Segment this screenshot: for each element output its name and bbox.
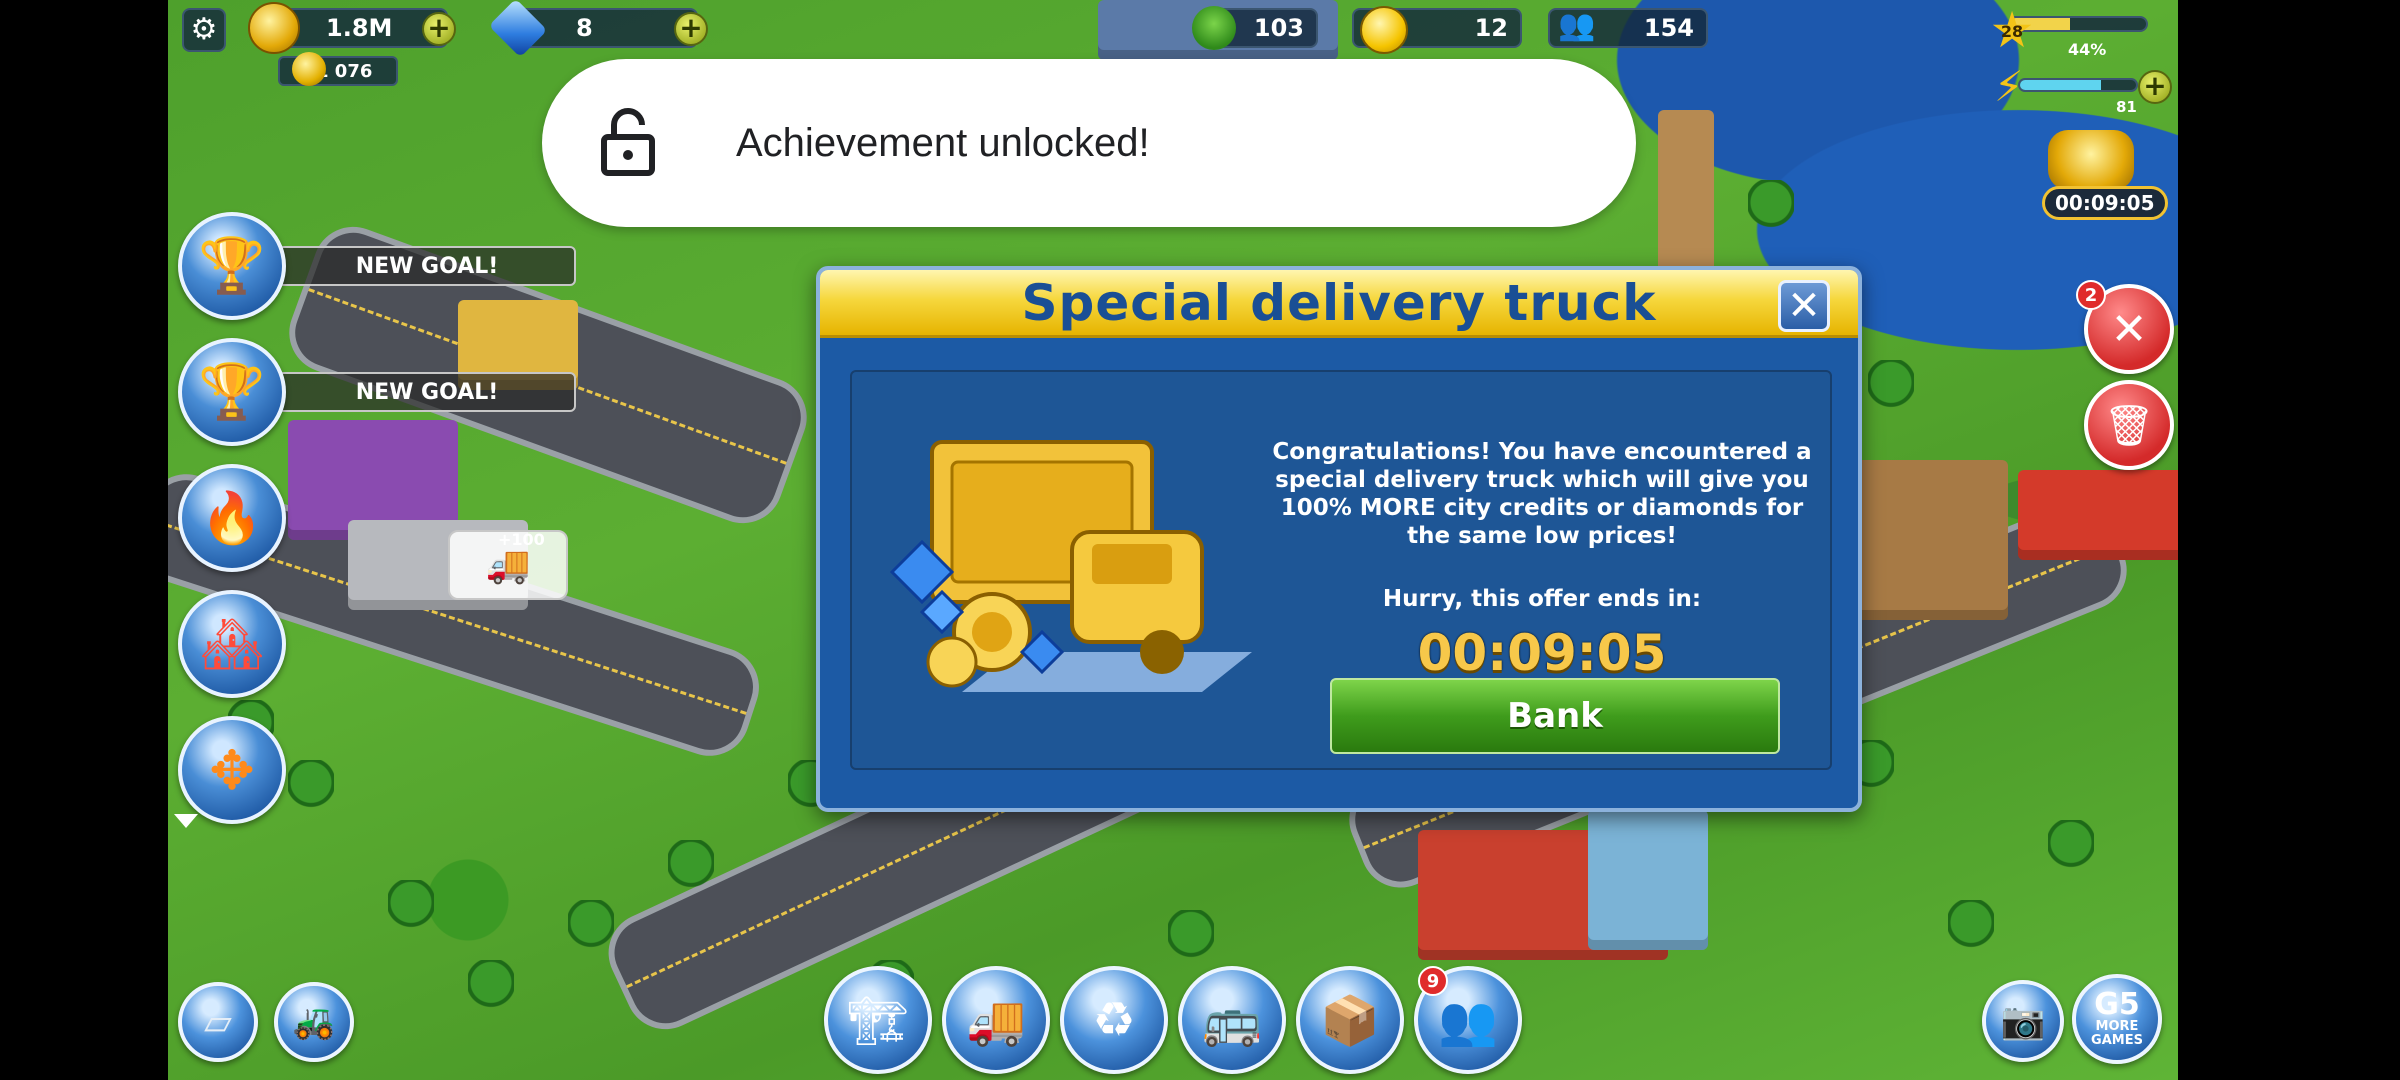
game-viewport[interactable]: 🚚 +100 ⚙ 1.8M + 1 076 8 + 103 12 154 👥 ★… [168, 0, 2178, 1080]
recycle-truck-icon: ♻ [1092, 992, 1136, 1048]
gold-icon [292, 52, 326, 86]
camera-button[interactable]: 📷 [1982, 980, 2064, 1062]
more-games-label: MORE GAMES [2091, 1019, 2143, 1048]
people-icon: 👥 [1558, 8, 1596, 43]
tree [468, 960, 514, 1016]
tree-icon [1192, 6, 1236, 50]
tree [2048, 820, 2094, 876]
offer-timer: 00:09:05 [1417, 624, 1667, 682]
trophy-icon: 🏆 [198, 360, 266, 423]
building [1588, 810, 1708, 950]
population-value: 154 [1643, 14, 1694, 42]
dialog-title: Special delivery truck [1021, 273, 1657, 332]
close-icon: ✕ [1787, 283, 1821, 329]
dialog-panel: Congratulations! You have encountered a … [850, 370, 1832, 770]
dialog-message: Congratulations! You have encountered a … [1272, 439, 1812, 549]
gold-truck-illustration [872, 402, 1252, 722]
dialog-header: Special delivery truck [820, 270, 1858, 338]
collapse-left-panel-icon[interactable] [174, 814, 198, 828]
g5-logo: G5 [2094, 987, 2140, 1022]
truck-icon: 🚚 [485, 545, 531, 586]
fire-safety-button[interactable]: 🔥 [178, 464, 286, 572]
coins-value: 1.8M [326, 14, 393, 42]
bank-button-label: Bank [1507, 696, 1603, 736]
lightning-icon: ⚡ [1994, 62, 2024, 111]
special-offer-dialog: Special delivery truck ✕ Congratulations… [816, 266, 1862, 812]
bonus-timer-value: 00:09:05 [2055, 191, 2155, 215]
bulldozer-icon: 🚜 [292, 1002, 336, 1042]
goal-banner-1[interactable]: NEW GOAL! [278, 246, 576, 286]
build-button[interactable]: 🏗 [824, 966, 932, 1074]
add-diamonds-button[interactable]: + [674, 12, 708, 46]
settings-button[interactable]: ⚙ [182, 8, 226, 52]
houses-tools-icon: 🏘 [200, 614, 264, 673]
road-tool-button[interactable]: ▱ [178, 982, 258, 1062]
trash-bin-icon: 🗑 [2103, 402, 2155, 449]
energy-value: 81 [2116, 98, 2137, 116]
truck-icon: 🚚 [966, 992, 1026, 1049]
goal-button-1[interactable]: 🏆 [178, 212, 286, 320]
achievement-toast: Achievement unlocked! [542, 59, 1636, 227]
add-energy-button[interactable]: + [2138, 70, 2172, 104]
tree [288, 760, 334, 816]
energy-bar [2018, 78, 2138, 92]
demolish-button[interactable]: 🚜 [274, 982, 354, 1062]
tree [1748, 180, 1794, 236]
trash-button[interactable]: 🗑 [2084, 380, 2174, 470]
bank-button[interactable]: Bank [1330, 678, 1780, 754]
goal-banner-2[interactable]: NEW GOAL! [278, 372, 576, 412]
trophy-icon: 🏆 [198, 234, 266, 297]
close-button[interactable]: ✕ [1778, 280, 1830, 332]
goal-banner-1-label: NEW GOAL! [355, 253, 499, 279]
tools-icon: ✕ [2110, 303, 2148, 355]
more-games-button[interactable]: G5 MORE GAMES [2072, 974, 2162, 1064]
tree [1168, 910, 1214, 966]
toast-text: Achievement unlocked! [736, 120, 1150, 165]
offer-ends-label: Hurry, this offer ends in: [1382, 586, 1702, 612]
tree [388, 880, 434, 936]
gear-icon: ⚙ [190, 12, 218, 47]
road-icon: ▱ [204, 1001, 232, 1043]
map-bonus-label: +100 [498, 530, 545, 549]
bonus-timer: 00:09:05 [2042, 186, 2168, 220]
happiness-value: 12 [1474, 14, 1508, 42]
tree [1948, 900, 1994, 956]
trees-value: 103 [1253, 14, 1304, 42]
xp-percent: 44% [2068, 40, 2107, 59]
fire-shield-icon: 🔥 [200, 488, 264, 547]
recycling-button[interactable]: ♻ [1060, 966, 1168, 1074]
add-coins-button[interactable]: + [422, 12, 456, 46]
crane-icon: 🏗 [847, 992, 909, 1049]
expand-land-button[interactable]: ✥ [178, 716, 286, 824]
bridge [2018, 470, 2178, 560]
tree [1868, 360, 1914, 416]
smiley-icon [1360, 6, 1408, 54]
camera-icon: 📷 [2000, 1001, 2046, 1042]
transport-button[interactable]: 🚌 [1178, 966, 1286, 1074]
bonus-coins-icon[interactable] [2048, 130, 2134, 190]
coin-stack-icon [248, 2, 300, 54]
delivery-button[interactable]: 🚚 [942, 966, 1050, 1074]
construction-button[interactable]: 🏘 [178, 590, 286, 698]
social-badge: 9 [1418, 966, 1448, 996]
storage-button[interactable]: 📦 [1296, 966, 1404, 1074]
diamonds-value: 8 [576, 14, 593, 42]
goal-button-2[interactable]: 🏆 [178, 338, 286, 446]
tree [568, 900, 614, 956]
tree [668, 840, 714, 896]
lock-open-icon [598, 105, 658, 177]
energy-bar-fill [2020, 80, 2102, 90]
goal-banner-2-label: NEW GOAL! [355, 379, 499, 405]
friends-icon: 👥 [1438, 992, 1498, 1049]
expand-arrows-icon: ✥ [209, 738, 255, 802]
level-value: 28 [2000, 22, 2024, 41]
repair-badge: 2 [2076, 280, 2106, 310]
box-icon: 📦 [1320, 992, 1380, 1049]
bus-icon: 🚌 [1202, 992, 1262, 1049]
